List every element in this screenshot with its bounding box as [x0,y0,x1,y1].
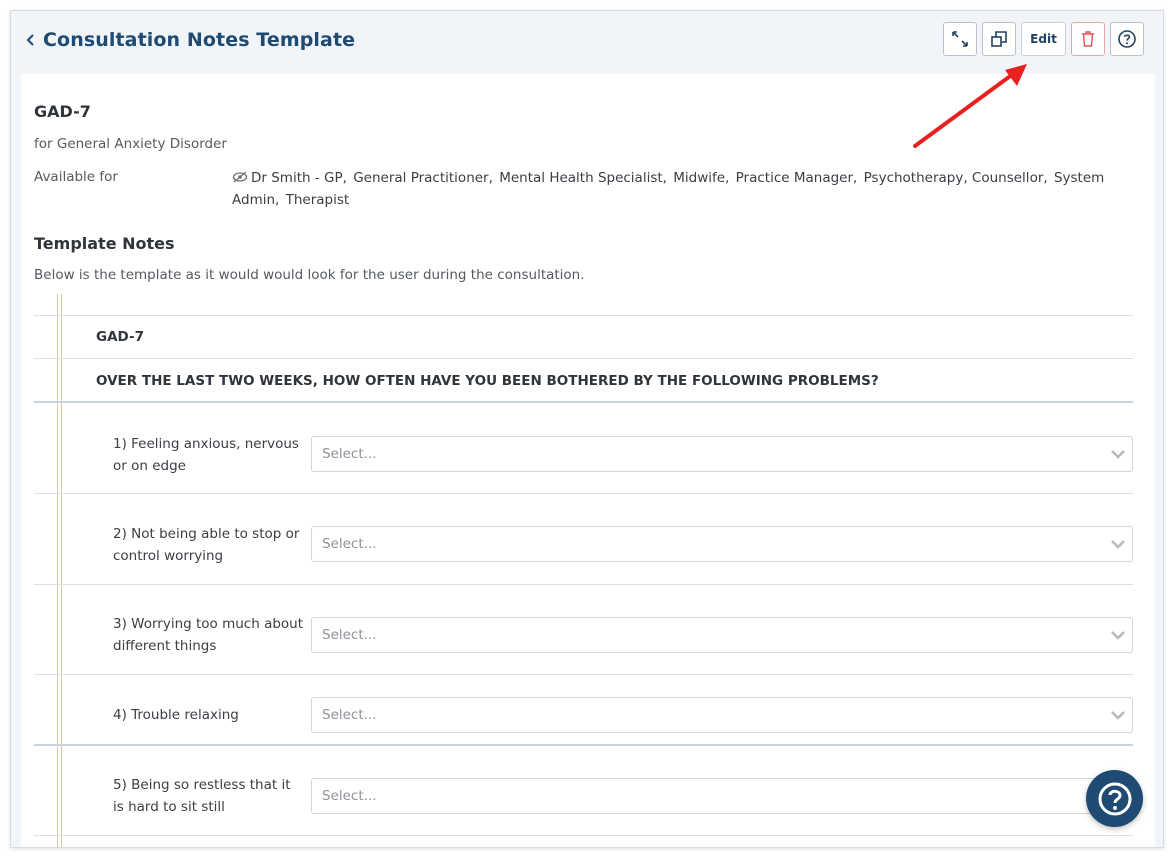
template-subtitle: for General Anxiety Disorder [34,136,227,152]
page-title: Consultation Notes Template [43,29,356,51]
divider [34,584,1133,585]
help-circle-icon [1098,782,1131,815]
expand-icon [952,31,968,47]
question-label: 2) Not being able to stop or control wor… [113,526,300,564]
divider [34,835,1133,836]
section-indent-bar [57,294,62,847]
divider [34,674,1133,675]
question-label: 3) Worrying too much about different thi… [113,616,304,654]
question-select[interactable]: Select... [311,697,1133,733]
trash-icon [1082,31,1094,47]
question-select[interactable]: Select... [311,436,1133,472]
question-label: 4) Trouble relaxing [113,707,239,723]
select-value: Select... [322,446,377,462]
template-name: GAD-7 [34,102,91,121]
template-notes-title: Template Notes [34,234,175,253]
duplicate-icon [991,31,1007,47]
role-item: Mental Health Specialist, [499,170,667,186]
select-value: Select... [322,627,377,643]
role-item: Midwife, [673,170,730,186]
duplicate-button[interactable] [982,22,1016,56]
edit-button[interactable]: Edit [1021,22,1066,56]
divider [34,315,1133,316]
template-notes-description: Below is the template as it would would … [34,267,585,283]
back-link[interactable]: Consultation Notes Template [25,29,355,51]
toolbar: Edit [943,22,1144,56]
available-for-label: Available for [34,169,118,185]
select-value: Select... [322,788,377,804]
help-button[interactable] [1110,22,1144,56]
question-select[interactable]: Select... [311,778,1133,814]
chevron-down-icon [1111,631,1125,640]
eye-slash-icon [232,171,248,183]
chevron-down-icon [1111,540,1125,549]
question-label: 5) Being so restless that it is hard to … [113,777,291,815]
role-item: Therapist [285,192,350,208]
role-item: Dr Smith - GP, [251,170,347,186]
section-title: GAD-7 [96,329,144,345]
available-for-list: Dr Smith - GP, General Practitioner, Men… [232,167,1132,211]
role-item: Practice Manager, [735,170,858,186]
template-preview: GAD-7 OVER THE LAST TWO WEEKS, HOW OFTEN… [34,294,1133,847]
select-value: Select... [322,536,377,552]
divider [34,744,1133,746]
help-chat-button[interactable] [1086,770,1143,827]
select-value: Select... [322,707,377,723]
role-item: Psychotherapy, Counsellor, [863,170,1048,186]
chevron-down-icon [1111,450,1125,459]
help-circle-icon [1118,30,1136,48]
annotation-arrow-icon [913,64,1027,148]
section-question: OVER THE LAST TWO WEEKS, HOW OFTEN HAVE … [96,373,879,389]
delete-button[interactable] [1071,22,1105,56]
chevron-left-icon [26,34,34,46]
question-select[interactable]: Select... [311,526,1133,562]
expand-button[interactable] [943,22,977,56]
chevron-down-icon [1111,711,1125,720]
question-label: 1) Feeling anxious, nervous or on edge [113,436,299,474]
role-item: General Practitioner, [353,170,493,186]
divider [34,358,1133,359]
template-detail-panel: GAD-7 for General Anxiety Disorder Avail… [21,74,1155,847]
question-select[interactable]: Select... [311,617,1133,653]
divider [34,493,1133,494]
divider [34,401,1133,403]
